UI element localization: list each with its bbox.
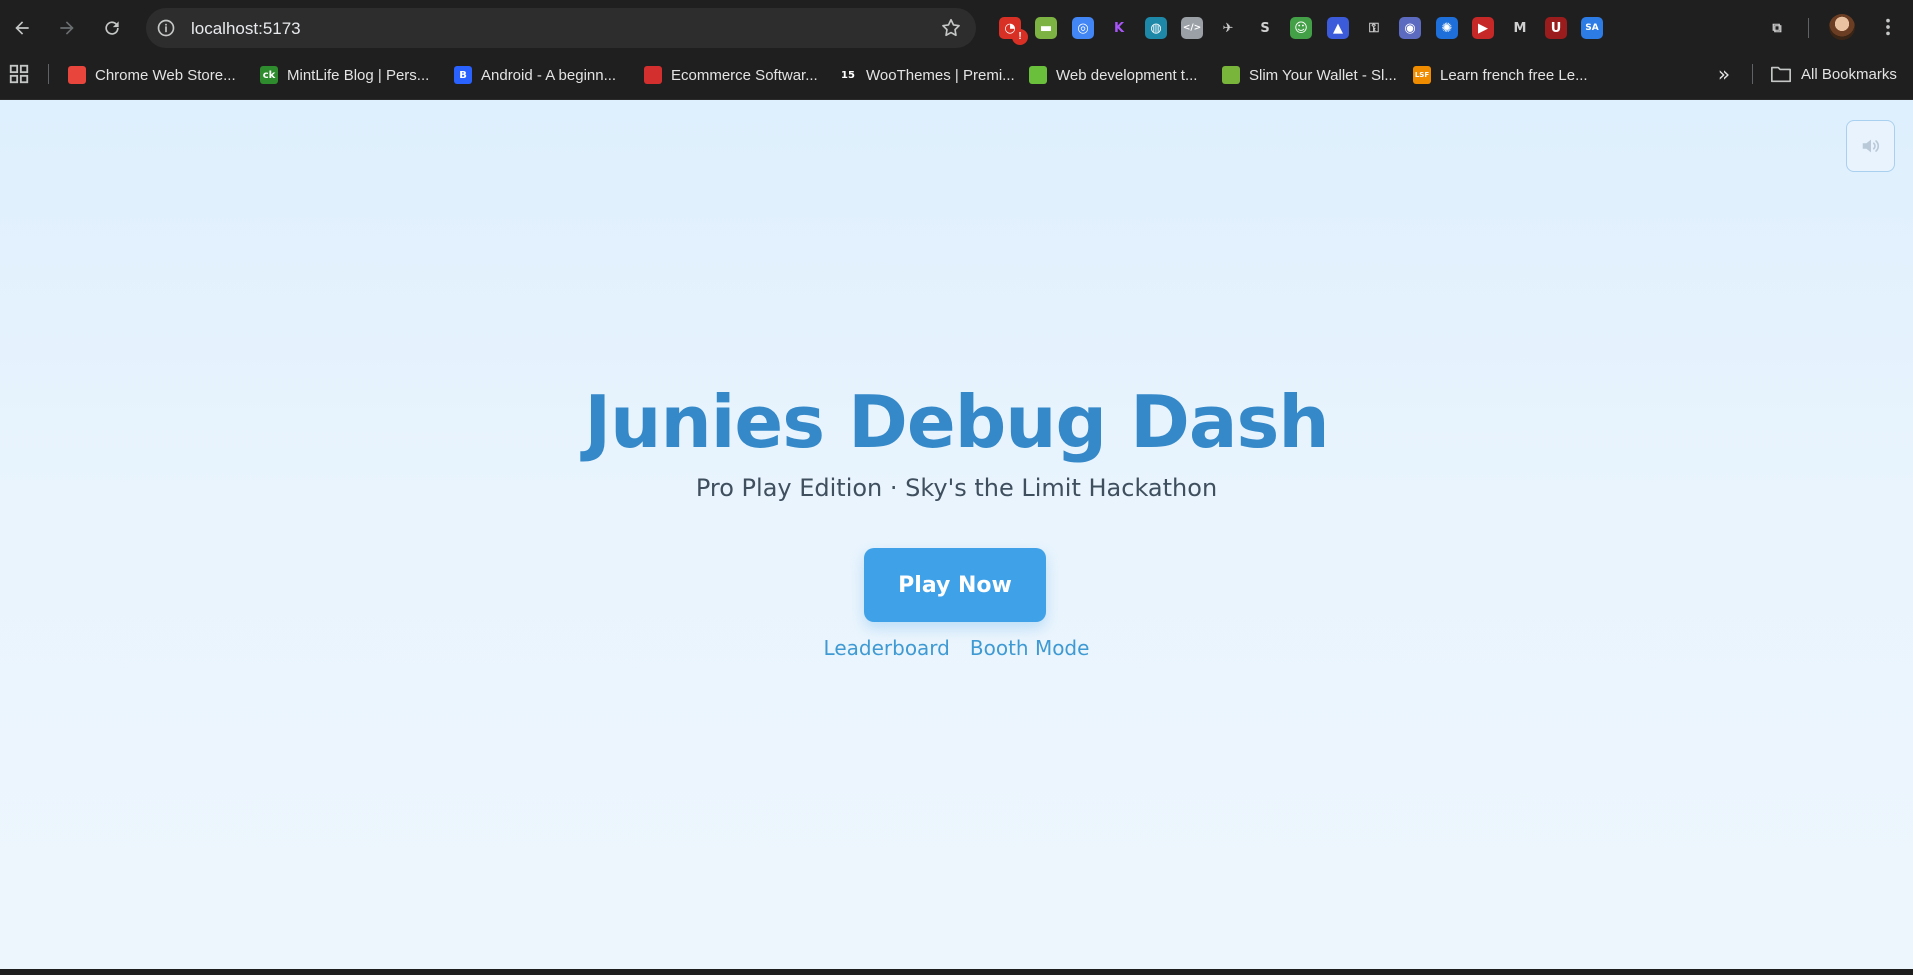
reload-icon <box>105 21 119 35</box>
ublock-extension-icon[interactable]: U <box>1545 17 1567 39</box>
glasses-extension-icon[interactable]: ▬ <box>1035 17 1057 39</box>
bookmark-favicon-icon <box>68 66 86 84</box>
puzzle-extensions-icon[interactable]: ⧉ <box>1766 17 1788 39</box>
extension-notification-badge: ! <box>1012 29 1028 45</box>
url-text: localhost:5173 <box>191 19 301 38</box>
k-extension-icon[interactable]: K <box>1108 17 1130 39</box>
bookmarks-divider <box>48 64 49 84</box>
bookmark-label: Web development t... <box>1056 66 1198 84</box>
sound-toggle-button[interactable] <box>1846 120 1895 172</box>
secondary-links: Leaderboard Booth Mode <box>0 636 1913 660</box>
speaker-icon <box>1862 139 1879 153</box>
play-now-button[interactable]: Play Now <box>864 548 1046 622</box>
lock-extension-icon[interactable]: ⚿ <box>1363 17 1385 39</box>
bookmark-label: Android - A beginn... <box>481 66 617 84</box>
bookmark-favicon-icon <box>644 66 662 84</box>
bookmark-favicon-icon: B <box>454 66 472 84</box>
menu-kebab-icon[interactable] <box>1877 16 1899 38</box>
apps-grid-icon[interactable] <box>8 63 30 85</box>
bookmark-item[interactable]: Web development t... <box>1029 63 1197 87</box>
page-subtitle: Pro Play Edition · Sky's the Limit Hacka… <box>695 474 1218 502</box>
forward-button[interactable] <box>51 12 83 44</box>
arrow-left-icon <box>15 21 29 35</box>
leaderboard-link[interactable]: Leaderboard <box>824 636 950 660</box>
bookmark-item[interactable]: ck MintLife Blog | Pers... <box>260 63 429 87</box>
page-viewport: Junies Debug Dash Pro Play Edition · Sky… <box>0 100 1913 969</box>
globe-extension-icon[interactable]: ◍ <box>1145 17 1167 39</box>
robot-extension-icon[interactable]: ☺ <box>1290 17 1312 39</box>
page-title: Junies Debug Dash <box>584 380 1329 464</box>
bookmark-item[interactable]: Chrome Web Store... <box>68 63 236 87</box>
code-extension-icon[interactable]: </> <box>1181 17 1203 39</box>
browser-toolbar: localhost:5173 ◔ ▬ ◎ K ◍ </> ✈ S ☺ ▲ ⚿ ◉ ✺ ▶ M U SA ⧉ ! <box>0 0 1913 56</box>
booth-mode-link[interactable]: Booth Mode <box>970 636 1090 660</box>
malwarebytes-extension-icon[interactable]: M <box>1509 17 1531 39</box>
bookmark-label: Learn french free Le... <box>1440 66 1588 84</box>
bookmark-favicon-icon <box>1222 66 1240 84</box>
bookmark-star-icon[interactable] <box>940 17 962 39</box>
bookmark-favicon-icon: 15 <box>839 66 857 84</box>
reload-button[interactable] <box>96 12 128 44</box>
shopify-extension-icon[interactable]: S <box>1254 17 1276 39</box>
address-bar[interactable]: localhost:5173 <box>146 8 976 48</box>
bookmark-item[interactable]: 15 WooThemes | Premi... <box>839 63 1015 87</box>
window-bottom-edge <box>0 969 1913 975</box>
bookmark-label: Ecommerce Softwar... <box>671 66 818 84</box>
color-wheel-extension-icon[interactable]: ◎ <box>1072 17 1094 39</box>
forward-extension-icon[interactable]: ▶ <box>1472 17 1494 39</box>
bookmark-label: WooThemes | Premi... <box>866 66 1015 84</box>
sa-extension-icon[interactable]: SA <box>1581 17 1603 39</box>
gear-extension-icon[interactable]: ✺ <box>1436 17 1458 39</box>
all-bookmarks-label: All Bookmarks <box>1801 65 1897 83</box>
bookmark-item[interactable]: Slim Your Wallet - Sl... <box>1222 63 1397 87</box>
arrow-right-icon <box>60 21 74 35</box>
folder-icon <box>1771 66 1791 83</box>
bookmark-item[interactable]: LSF Learn french free Le... <box>1413 63 1588 87</box>
bookmarks-divider <box>1752 64 1753 84</box>
bookmark-label: MintLife Blog | Pers... <box>287 66 430 84</box>
site-info-icon[interactable] <box>156 18 176 38</box>
target-extension-icon[interactable]: ◉ <box>1399 17 1421 39</box>
profile-avatar[interactable] <box>1829 14 1855 40</box>
mountain-extension-icon[interactable]: ▲ <box>1327 17 1349 39</box>
bookmark-item[interactable]: B Android - A beginn... <box>454 63 616 87</box>
bookmark-favicon-icon <box>1029 66 1047 84</box>
bird-extension-icon[interactable]: ✈ <box>1217 17 1239 39</box>
back-button[interactable] <box>6 12 38 44</box>
bookmark-label: Slim Your Wallet - Sl... <box>1249 66 1397 84</box>
bookmark-favicon-icon: ck <box>260 66 278 84</box>
all-bookmarks-button[interactable]: All Bookmarks <box>1770 61 1897 87</box>
toolbar-divider <box>1808 18 1809 38</box>
bookmark-label: Chrome Web Store... <box>95 66 236 84</box>
bookmarks-overflow-icon[interactable]: » <box>1712 63 1736 87</box>
bookmark-item[interactable]: Ecommerce Softwar... <box>644 63 818 87</box>
bookmark-favicon-icon: LSF <box>1413 66 1431 84</box>
